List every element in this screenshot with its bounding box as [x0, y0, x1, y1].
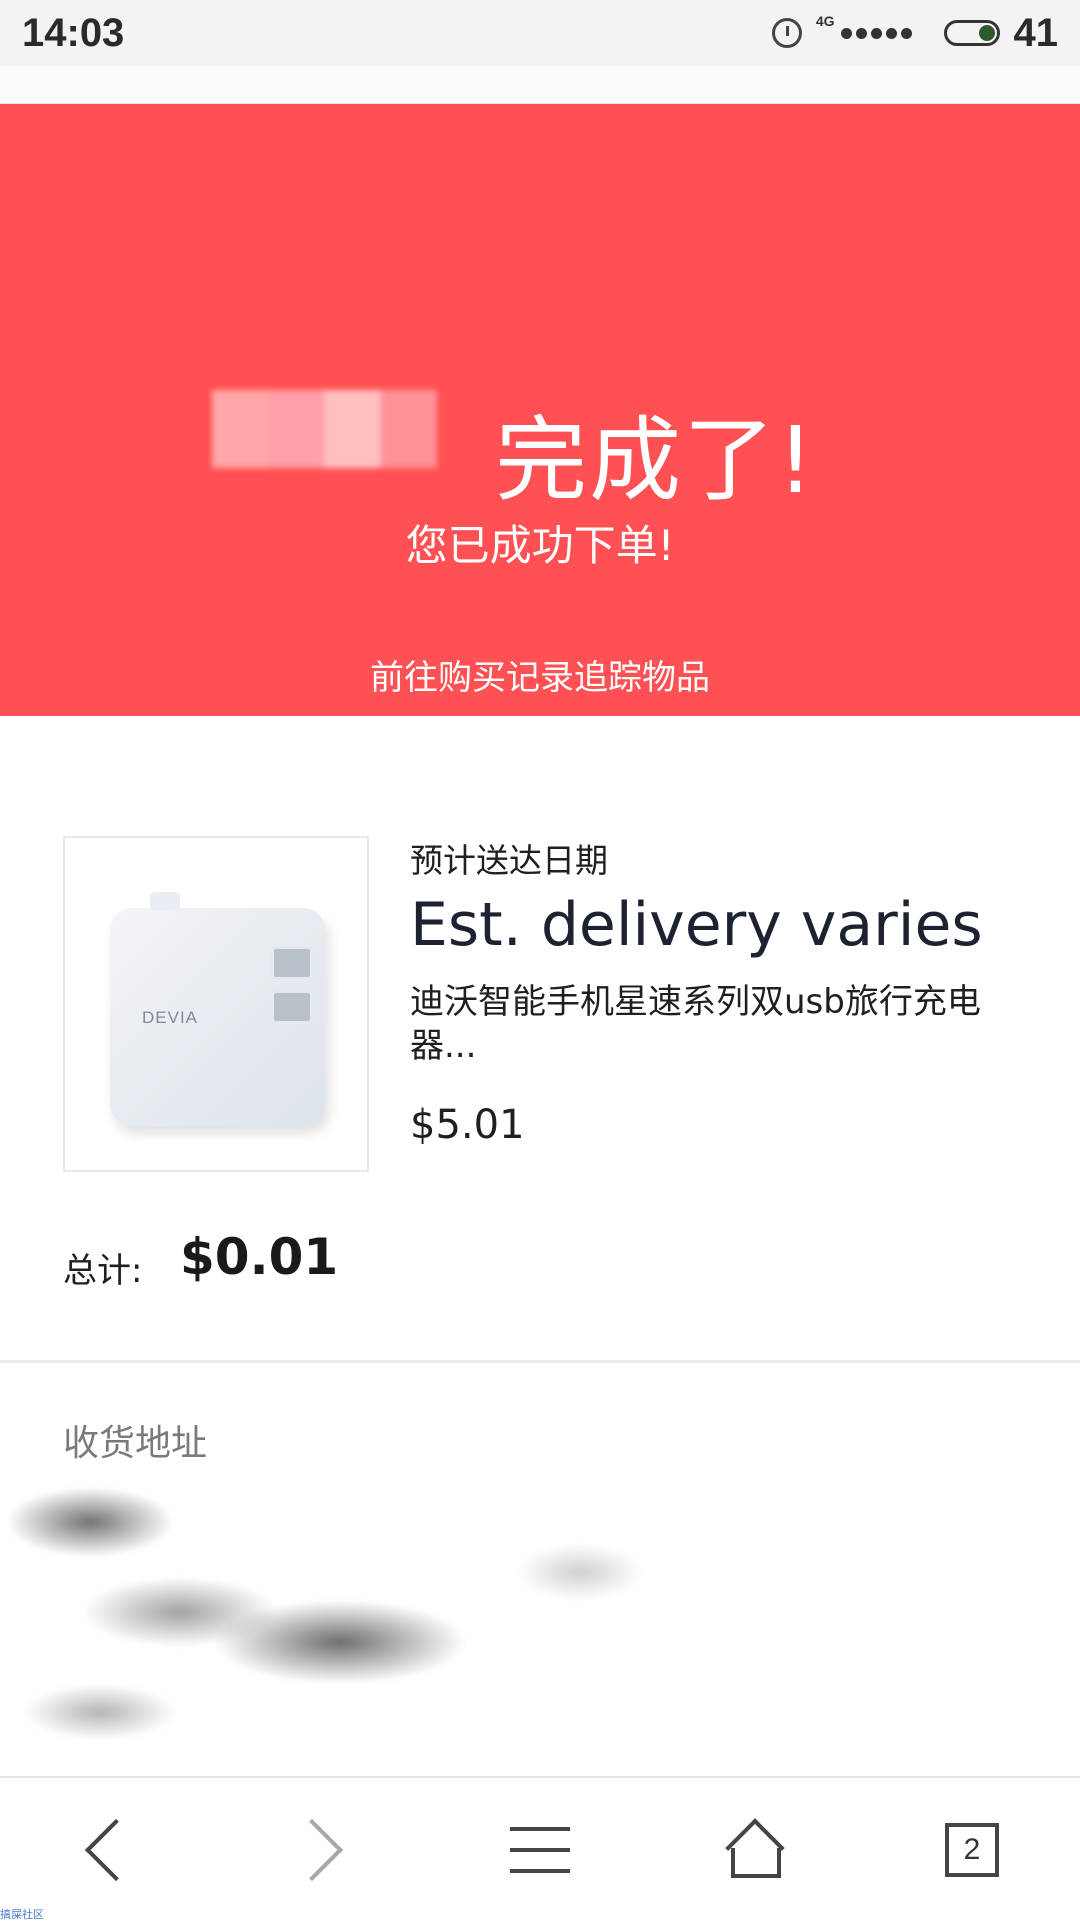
section-divider	[0, 1360, 1080, 1363]
back-icon	[84, 1818, 148, 1882]
status-time: 14:03	[22, 10, 125, 55]
eta-value: Est. delivery varies	[410, 890, 983, 960]
network-type: 4G	[815, 13, 835, 29]
battery-level: 41	[1013, 10, 1059, 55]
redacted-address	[10, 1462, 660, 1752]
order-success-banner: 完成了! 您已成功下单! 前往购买记录追踪物品	[0, 104, 1080, 716]
battery-icon	[943, 20, 1000, 46]
home-icon	[729, 1824, 783, 1878]
charger-picture: DEVIA	[110, 892, 325, 1126]
tabs-icon: 2	[945, 1823, 999, 1877]
tabs-button[interactable]: 2	[932, 1810, 1012, 1890]
forward-icon	[280, 1818, 344, 1882]
status-bar: 14:03 4G 41	[0, 0, 1080, 66]
product-name[interactable]: 迪沃智能手机星速系列双usb旅行充电器...	[410, 980, 1030, 1068]
back-button[interactable]	[66, 1810, 148, 1890]
browser-top-strip	[0, 66, 1080, 104]
shipping-address-title: 收货地址	[63, 1423, 208, 1464]
total-value: $0.01	[180, 1228, 339, 1286]
home-button[interactable]	[716, 1810, 796, 1890]
eta-label: 预计送达日期	[410, 841, 608, 880]
alarm-icon	[771, 18, 802, 48]
banner-title: 完成了!	[495, 407, 816, 514]
brand-logo: DEVIA	[142, 1008, 199, 1027]
product-image[interactable]: DEVIA	[63, 836, 369, 1172]
forward-button[interactable]	[280, 1810, 362, 1890]
usb-port-icon	[271, 990, 313, 1024]
menu-button[interactable]	[500, 1810, 580, 1890]
banner-subtitle: 您已成功下单!	[405, 521, 675, 570]
track-order-link[interactable]: 前往购买记录追踪物品	[0, 650, 1080, 699]
redacted-username	[212, 390, 437, 468]
status-icons: 4G 41	[771, 10, 1059, 56]
browser-bottom-nav: 2	[0, 1776, 1080, 1920]
signal-icon	[840, 27, 912, 39]
product-price: $5.01	[410, 1102, 525, 1148]
usb-port-icon	[271, 946, 313, 980]
menu-icon	[510, 1825, 570, 1875]
total-label: 总计:	[63, 1251, 143, 1291]
